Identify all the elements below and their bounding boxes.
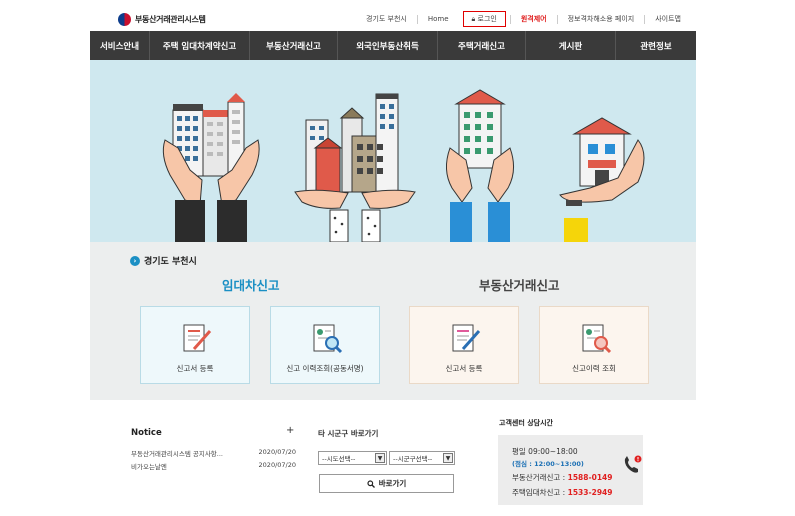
document-pen-icon (183, 324, 212, 352)
lock-icon: 🔒︎ (471, 15, 476, 23)
realestate-history-label: 신고이력 조회 (572, 364, 616, 373)
lunch-close: ) (580, 460, 584, 468)
phone-icon (624, 455, 642, 473)
hero-illustration (90, 60, 696, 242)
utility-links: 경기도 부천시 Home 🔒︎ 로그인 원격제어 정보격차해소용 페이지 사이트… (356, 8, 696, 30)
notice-item-title: 부동산거래관리시스템 공지사항... (131, 450, 223, 458)
notice-item-date: 2020/07/20 (258, 461, 296, 469)
chevron-right-icon: › (130, 255, 140, 266)
weekday-hours: 평일 09:00~18:00 (512, 447, 578, 456)
document-search-icon (313, 324, 343, 354)
realestate-section-title: 부동산거래신고 (479, 278, 560, 293)
region-heading: › 경기도 부천시 (130, 254, 197, 267)
nav-foreigner-acquisition[interactable]: 외국인부동산취득 (338, 31, 438, 60)
realestate-history-card[interactable]: 신고이력 조회 (539, 306, 649, 384)
site-logo[interactable]: 부동산거래관리시스템 (118, 12, 206, 26)
lease-phone-line: 주택임대차신고 : 1533-2949 (512, 487, 612, 498)
go-button[interactable]: 바로가기 (319, 474, 454, 493)
region-link[interactable]: 경기도 부천시 (356, 15, 417, 24)
lease-section-title: 임대차신고 (222, 278, 280, 293)
sido-select-value: --시도선택-- (322, 455, 356, 463)
remote-control-link[interactable]: 원격제어 (509, 14, 557, 24)
lease-history-label: 신고 이력조회(공동서명) (286, 364, 364, 373)
document-pen-icon (452, 324, 481, 352)
list-item[interactable]: 부동산거래관리시스템 공지사항... 2020/07/20 (131, 448, 296, 458)
lunch-time: 12:00~13:00 (534, 460, 581, 468)
service-panel: › 경기도 부천시 임대차신고 부동산거래신고 신고서 등록 신고 이력조회(공… (90, 242, 696, 400)
sigungu-select-value: --시군구선택-- (393, 455, 433, 463)
nav-lease-report[interactable]: 주택 임대차계약신고 (150, 31, 250, 60)
notice-title: Notice (131, 428, 162, 438)
nav-service-info[interactable]: 서비스안내 (90, 31, 150, 60)
realestate-phone-label: 부동산거래신고 : (512, 473, 568, 482)
lease-register-card[interactable]: 신고서 등록 (140, 306, 250, 384)
lease-phone-number: 1533-2949 (567, 488, 613, 497)
sitemap-link[interactable]: 사이트맵 (644, 14, 691, 24)
customer-center-box: 평일 09:00~18:00 (점심 : 12:00~13:00) 부동산거래신… (498, 435, 643, 505)
open-palms-icon (294, 189, 416, 242)
top-bar: 부동산거래관리시스템 경기도 부천시 Home 🔒︎ 로그인 원격제어 정보격차… (90, 8, 696, 30)
lunch-label: (점심 : (512, 460, 535, 468)
shortcut-title: 타 시군구 바로가기 (318, 429, 379, 438)
go-button-label: 바로가기 (378, 479, 407, 488)
login-link[interactable]: 🔒︎ 로그인 (462, 11, 506, 27)
chevron-down-icon: ▼ (443, 453, 453, 463)
office-tower-icon (454, 89, 506, 169)
nav-realestate-report[interactable]: 부동산거래신고 (250, 31, 338, 60)
lease-phone-label: 주택임대차신고 : (512, 488, 568, 497)
sigungu-select[interactable]: --시군구선택-- ▼ (389, 451, 455, 465)
nav-related-info[interactable]: 관련정보 (616, 31, 696, 60)
realestate-phone-line: 부동산거래신고 : 1588-0149 (512, 472, 612, 483)
nav-board[interactable]: 게시판 (526, 31, 616, 60)
realestate-register-label: 신고서 등록 (445, 364, 483, 373)
accessibility-page-link[interactable]: 정보격차해소용 페이지 (556, 14, 645, 24)
login-label: 로그인 (477, 15, 497, 23)
nav-housing-transaction[interactable]: 주택거래신고 (438, 31, 526, 60)
home-link[interactable]: Home (416, 14, 459, 24)
notice-item-title: 비가오는날엔 (131, 463, 167, 471)
realestate-register-card[interactable]: 신고서 등록 (409, 306, 519, 384)
hands-holding-buildings-illustration (162, 89, 645, 242)
chevron-down-icon: ▼ (375, 453, 385, 463)
list-item[interactable]: 비가오는날엔 2020/07/20 (131, 461, 296, 471)
city-buildings-icon (305, 93, 399, 193)
logo-text: 부동산거래관리시스템 (135, 14, 206, 24)
government-emblem-icon (118, 12, 131, 26)
lease-register-label: 신고서 등록 (176, 364, 214, 373)
sido-select[interactable]: --시도선택-- ▼ (318, 451, 387, 465)
search-icon (367, 479, 375, 488)
main-nav: 서비스안내 주택 임대차계약신고 부동산거래신고 외국인부동산취득 주택거래신고… (90, 31, 696, 60)
page: 부동산거래관리시스템 경기도 부천시 Home 🔒︎ 로그인 원격제어 정보격차… (90, 0, 696, 516)
realestate-phone-number: 1588-0149 (567, 473, 613, 482)
lunch-hours: (점심 : 12:00~13:00) (512, 458, 584, 468)
lease-history-card[interactable]: 신고 이력조회(공동서명) (270, 306, 380, 384)
customer-center-title: 고객센터 상담시간 (499, 419, 553, 427)
notice-item-date: 2020/07/20 (258, 448, 296, 456)
notice-more-button[interactable]: + (286, 425, 294, 436)
document-search-icon (582, 324, 612, 354)
region-name: 경기도 부천시 (144, 257, 197, 267)
